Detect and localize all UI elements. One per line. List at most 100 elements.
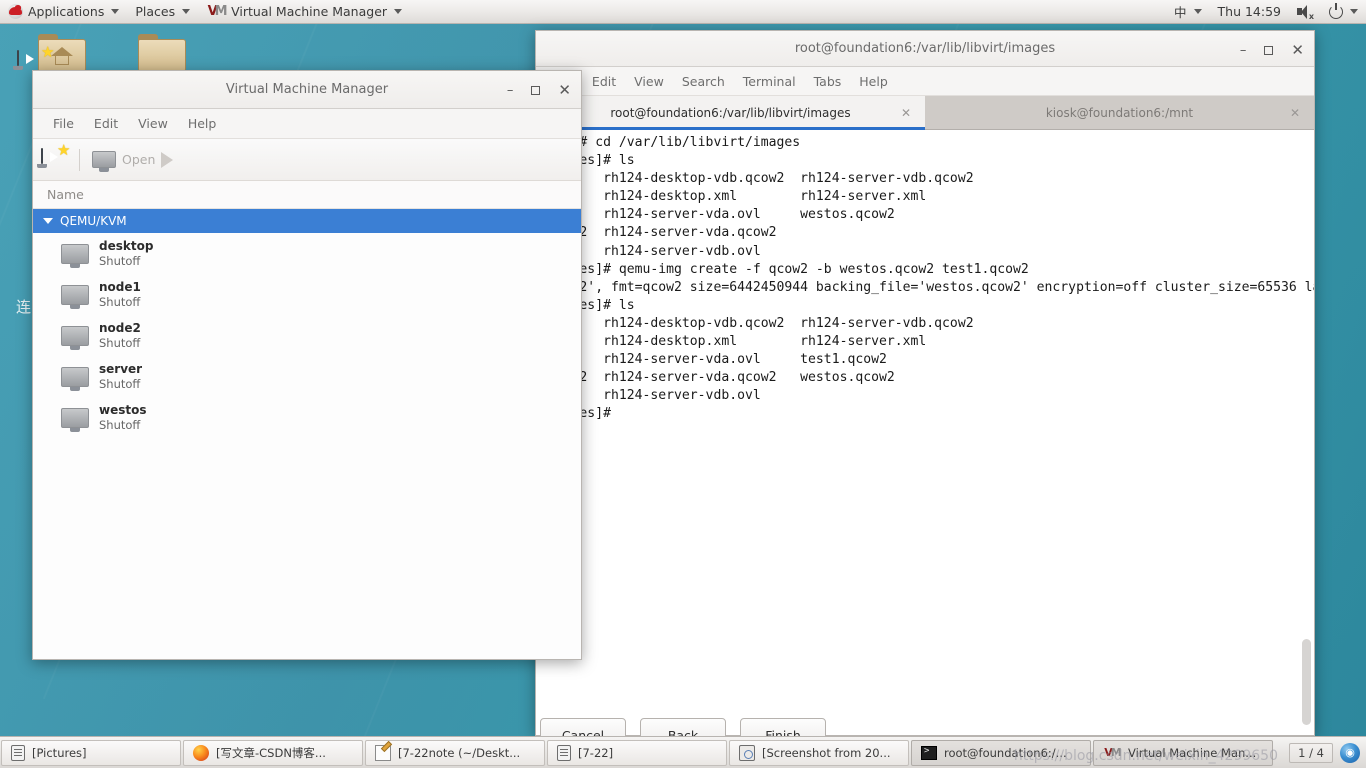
files-icon: [11, 744, 25, 761]
workspace-count-label: 1 / 4: [1289, 742, 1333, 763]
volume-indicator[interactable]: x: [1289, 0, 1321, 24]
terminal-tab-kiosk[interactable]: kiosk@foundation6:/mnt ✕: [925, 96, 1314, 129]
vm-state: Shutoff: [99, 253, 141, 268]
terminal-menu-help[interactable]: Help: [850, 74, 897, 89]
vmm-minimize-button[interactable]: [507, 84, 514, 97]
create-vm-icon: ★: [17, 45, 54, 79]
terminal-tab-kiosk-label: kiosk@foundation6:/mnt: [1045, 105, 1194, 120]
close-icon[interactable]: ✕: [1290, 106, 1300, 120]
terminal-menu-search[interactable]: Search: [673, 74, 734, 89]
list-item[interactable]: node1 Shutoff: [33, 274, 581, 315]
active-app-menu[interactable]: VM Virtual Machine Manager: [198, 0, 410, 24]
close-icon[interactable]: ✕: [901, 106, 911, 120]
folder-icon: [138, 34, 186, 72]
taskbar-item-label: [7-22]: [578, 745, 614, 760]
terminal-tab-root-label: root@foundation6:/var/lib/libvirt/images: [610, 105, 851, 120]
taskbar-item-screenshot[interactable]: [Screenshot from 20...: [729, 739, 909, 766]
taskbar-item-note[interactable]: [7-22note (~/Deskt...: [365, 739, 545, 766]
vmm-menu-view[interactable]: View: [128, 116, 178, 131]
terminal-close-button[interactable]: ✕: [1291, 42, 1304, 58]
system-menu[interactable]: [1321, 0, 1366, 24]
vm-state: Shutoff: [99, 417, 141, 432]
vmm-titlebar: Virtual Machine Manager ✕: [33, 71, 581, 109]
terminal-title: root@foundation6:/var/lib/libvirt/images: [794, 41, 1056, 56]
open-vm-label: Open: [122, 152, 156, 167]
list-item[interactable]: server Shutoff: [33, 356, 581, 397]
taskbar-item-label: [写文章-CSDN博客...: [216, 745, 326, 760]
workspace-switcher-icon[interactable]: ◉: [1340, 742, 1360, 763]
terminal-menubar: File Edit View Search Terminal Tabs Help: [536, 67, 1314, 96]
vmm-column-header[interactable]: Name: [33, 181, 581, 209]
vmm-title: Virtual Machine Manager: [225, 82, 389, 97]
taskbar-item-firefox[interactable]: [写文章-CSDN博客...: [183, 739, 363, 766]
vmm-menu-file[interactable]: File: [43, 116, 84, 131]
vm-name: node1: [99, 279, 141, 294]
vm-list-group-label: QEMU/KVM: [60, 214, 127, 228]
chevron-down-icon: [1193, 9, 1202, 14]
input-method-indicator[interactable]: 中: [1166, 0, 1210, 24]
terminal-menu-tabs[interactable]: Tabs: [805, 74, 851, 89]
terminal-menu-terminal[interactable]: Terminal: [734, 74, 805, 89]
firefox-icon: [193, 744, 209, 761]
redhat-logo-icon: [8, 4, 23, 19]
monitor-icon: [61, 243, 89, 268]
terminal-scrollbar[interactable]: [1302, 639, 1311, 725]
chevron-down-icon: [1350, 9, 1358, 14]
taskbar-item-label: Virtual Machine Man...: [1128, 745, 1257, 760]
terminal-tab-root[interactable]: root@foundation6:/var/lib/libvirt/images…: [536, 96, 925, 130]
list-item[interactable]: node2 Shutoff: [33, 315, 581, 356]
taskbar-item-label: root@foundation6:/...: [944, 745, 1067, 760]
terminal-menu-view[interactable]: View: [625, 74, 673, 89]
terminal-icon: [921, 745, 937, 760]
notepad-icon: [375, 744, 391, 761]
terminal-output-area[interactable]: [root@foundation6 mnt]# cd /var/lib/libv…: [536, 130, 1314, 735]
taskbar-item-pictures[interactable]: [Pictures]: [1, 739, 181, 766]
speaker-muted-icon: x: [1297, 4, 1314, 21]
taskbar-item-vmm[interactable]: VM Virtual Machine Man...: [1093, 739, 1273, 766]
taskbar-item-terminal[interactable]: root@foundation6:/...: [911, 739, 1091, 766]
vm-name: node2: [99, 320, 141, 335]
vmm-toolbar: ★ Open: [33, 139, 581, 181]
chevron-down-icon: [182, 9, 191, 14]
terminal-titlebar: root@foundation6:/var/lib/libvirt/images…: [536, 31, 1314, 67]
vmm-menu-help[interactable]: Help: [178, 116, 227, 131]
chevron-down-icon: [43, 218, 53, 224]
applications-menu[interactable]: Applications: [0, 0, 127, 24]
list-item[interactable]: desktop Shutoff: [33, 233, 581, 274]
terminal-window[interactable]: root@foundation6:/var/lib/libvirt/images…: [535, 30, 1315, 736]
top-panel: Applications Places VM Virtual Machine M…: [0, 0, 1366, 24]
terminal-menu-edit[interactable]: Edit: [583, 74, 625, 89]
vm-state: Shutoff: [99, 335, 141, 350]
terminal-minimize-button[interactable]: [1240, 44, 1247, 57]
vmm-icon: VM: [1104, 746, 1121, 759]
chevron-down-icon: [111, 9, 120, 14]
taskbar-item-label: [7-22note (~/Deskt...: [398, 745, 521, 760]
terminal-maximize-button[interactable]: [1264, 45, 1274, 55]
vmm-maximize-button[interactable]: [531, 85, 541, 95]
active-app-label: Virtual Machine Manager: [231, 4, 388, 19]
virtual-machine-manager-window[interactable]: Virtual Machine Manager ✕ File Edit View…: [32, 70, 582, 660]
monitor-icon: [92, 151, 116, 172]
clock[interactable]: Thu 14:59: [1210, 0, 1289, 24]
monitor-icon: [61, 284, 89, 309]
vmm-close-button[interactable]: ✕: [558, 82, 571, 98]
list-item[interactable]: westos Shutoff: [33, 397, 581, 438]
new-vm-icon[interactable]: ★: [41, 142, 70, 171]
vm-state: Shutoff: [99, 376, 141, 391]
places-menu[interactable]: Places: [127, 0, 198, 24]
run-icon[interactable]: [161, 151, 174, 168]
power-icon: [1329, 2, 1343, 19]
terminal-output-text: [root@foundation6 mnt]# cd /var/lib/libv…: [536, 135, 1314, 421]
vm-name: desktop: [99, 238, 154, 253]
workspace-indicator[interactable]: 1 / 4 ◉: [1289, 742, 1366, 763]
places-menu-label: Places: [135, 4, 176, 19]
taskbar-item-7-22[interactable]: [7-22]: [547, 739, 727, 766]
monitor-icon: [61, 366, 89, 391]
vmm-vm-list[interactable]: QEMU/KVM desktop Shutoff node1 Shutoff n…: [33, 209, 581, 659]
open-vm-button[interactable]: Open: [92, 151, 156, 172]
desktop-icon-folder[interactable]: [130, 34, 194, 72]
vm-list-group-qemu-kvm[interactable]: QEMU/KVM: [33, 209, 581, 233]
vmm-menu-edit[interactable]: Edit: [84, 116, 128, 131]
taskbar-item-label: [Pictures]: [32, 745, 87, 760]
monitor-icon: [61, 407, 89, 432]
